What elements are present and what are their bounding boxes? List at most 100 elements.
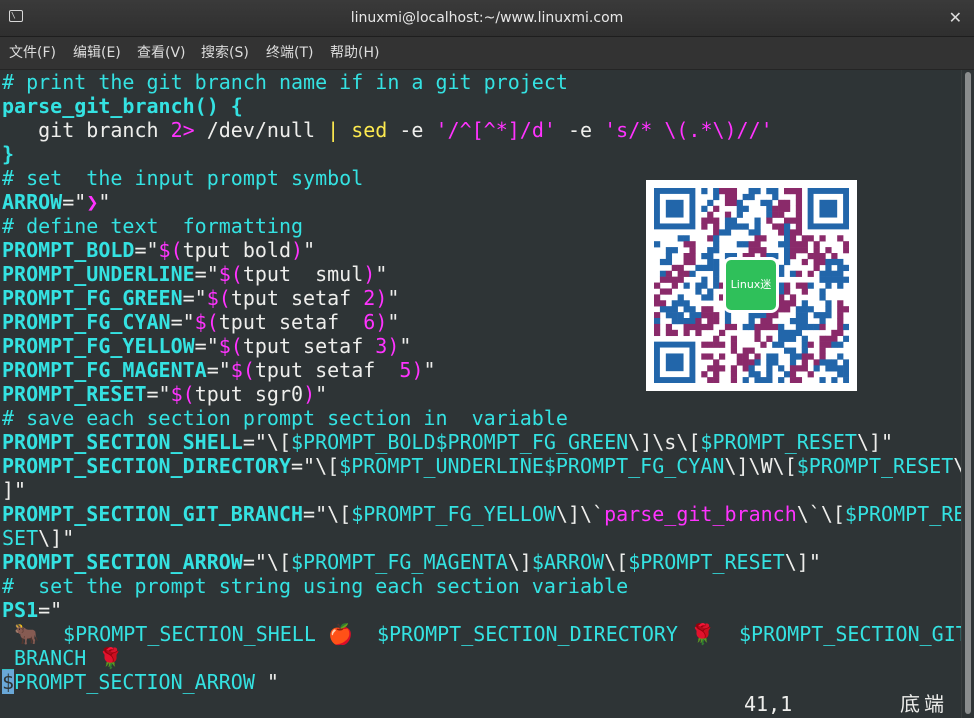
qr-module [819, 323, 826, 331]
qr-module [813, 323, 820, 331]
qr-module [713, 377, 720, 383]
qr-module [784, 253, 791, 260]
qr-module [754, 229, 761, 236]
qr-module [801, 300, 808, 307]
qr-module [766, 365, 773, 372]
code-line: } [2, 142, 14, 166]
qr-module [742, 377, 749, 383]
qr-module [754, 312, 761, 319]
close-icon[interactable]: ✕ [949, 8, 962, 28]
qr-module [760, 247, 767, 254]
qr-module [825, 335, 832, 342]
terminal-text-area[interactable]: # print the git branch name if in a git … [0, 70, 968, 718]
scrollbar[interactable] [961, 70, 974, 718]
cursor-position: 41,1 [744, 692, 793, 716]
code-token: PROMPT_SECTION_DIRECTORY [2, 454, 291, 478]
code-token: =" [206, 358, 231, 382]
qr-module [766, 318, 773, 325]
qr-module [837, 371, 844, 378]
qr-module [659, 258, 667, 266]
code-line: PROMPT_UNDERLINE="$(tput smul)" [2, 262, 387, 286]
qr-module [701, 188, 708, 195]
qr-module [707, 312, 714, 319]
scrollbar-thumb[interactable] [965, 72, 971, 714]
qr-module [677, 270, 684, 277]
title-bar[interactable]: \ linuxmi@localhost:~/www.linuxmi.com ✕ [0, 0, 974, 37]
qr-module [689, 253, 696, 260]
qr-module [772, 353, 779, 360]
qr-module [730, 347, 738, 354]
qr-module [766, 205, 773, 212]
menu-view[interactable]: 查看(V) [137, 37, 186, 69]
qr-module [707, 323, 714, 331]
qr-module [677, 300, 684, 307]
code-token: ) [291, 238, 304, 262]
qr-module [789, 347, 797, 354]
qr-module [843, 377, 849, 383]
code-token: 2> [170, 118, 195, 142]
qr-module [772, 359, 779, 366]
code-line: PROMPT_SECTION_SHELL="\[$PROMPT_BOLD$PRO… [2, 430, 893, 454]
menu-help[interactable]: 帮助(H) [330, 37, 379, 69]
code-token: 🌹 [86, 646, 124, 670]
code-token: # save each section prompt section in va… [2, 406, 568, 430]
qr-module [801, 288, 808, 295]
code-line: # set the prompt string using each secti… [2, 574, 628, 598]
qr-module [695, 264, 702, 272]
code-token: tput setaf [242, 334, 376, 358]
qr-module [825, 276, 832, 283]
qr-module [807, 282, 814, 289]
qr-module [789, 300, 797, 307]
qr-module [843, 264, 849, 272]
qr-module [654, 323, 661, 331]
menu-file[interactable]: 文件(F) [9, 37, 56, 69]
qr-module [683, 270, 690, 277]
qr-module [683, 300, 690, 307]
qr-module [760, 235, 767, 242]
code-token: =" [194, 262, 219, 286]
qr-module [671, 282, 678, 289]
qr-module [654, 318, 661, 325]
menu-edit[interactable]: 编辑(E) [73, 37, 121, 69]
qr-finder [819, 199, 838, 218]
code-token: 3 [375, 334, 388, 358]
qr-module [707, 306, 714, 313]
qr-module [748, 318, 755, 325]
qr-module [730, 377, 738, 383]
code-token: " [399, 334, 412, 358]
qr-module [795, 282, 803, 289]
qr-module [831, 258, 838, 266]
qr-module [789, 335, 797, 342]
code-token: \]" [784, 550, 821, 574]
qr-module [807, 353, 814, 360]
qr-module [713, 205, 720, 212]
code-token: PROMPT_SECTION_ARROW [14, 670, 255, 694]
qr-module [778, 377, 785, 383]
qr-module [665, 270, 673, 277]
code-token: $PROMPT_UNDERLINE$PROMPT_FG_CYAN [339, 454, 725, 478]
menu-search[interactable]: 搜索(S) [201, 37, 249, 69]
code-token: $PROMPT_SECTION_DIRECTORY [376, 622, 678, 646]
qr-module [748, 312, 755, 319]
qr-module [654, 329, 661, 337]
code-token: ) [375, 286, 388, 310]
code-token: ) [411, 358, 424, 382]
qr-module [659, 300, 667, 307]
code-token: =" [182, 286, 207, 310]
qr-module [695, 329, 702, 337]
qr-module [713, 276, 720, 283]
qr-module [760, 323, 767, 331]
qr-module [719, 329, 726, 337]
qr-module [772, 223, 779, 230]
code-token: -e [387, 118, 436, 142]
qr-module [689, 306, 696, 313]
qr-module [843, 359, 849, 366]
qr-module [748, 365, 755, 372]
menu-terminal[interactable]: 终端(T) [266, 37, 313, 69]
qr-module [754, 188, 761, 195]
code-token: parse_git_branch [604, 502, 797, 526]
qr-module [784, 247, 791, 254]
qr-module [819, 294, 826, 301]
code-token: # print the git branch name if in a git … [2, 70, 568, 94]
